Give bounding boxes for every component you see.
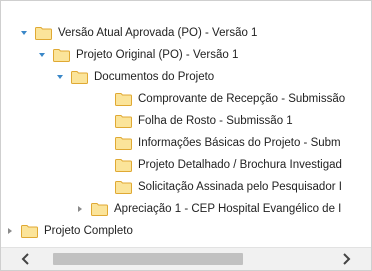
chevron-right-icon[interactable] bbox=[335, 248, 357, 270]
folder-icon bbox=[115, 180, 132, 194]
tree-node-label: Projeto Detalhado / Brochura Investigad bbox=[138, 159, 342, 171]
tree-node-documentos-do-projeto[interactable]: Documentos do Projeto bbox=[55, 66, 214, 88]
tree-node-label: Comprovante de Recepção - Submissão bbox=[138, 93, 346, 105]
tree-node-projeto-detalhado[interactable]: Projeto Detalhado / Brochura Investigad bbox=[115, 154, 342, 176]
tree-node-versao-atual[interactable]: Versão Atual Aprovada (PO) - Versão 1 bbox=[19, 22, 257, 44]
folder-icon bbox=[35, 26, 52, 40]
tree-node-label: Projeto Completo bbox=[44, 225, 133, 237]
tree-node-label: Informações Básicas do Projeto - Subm bbox=[138, 137, 341, 149]
triangle-right-icon[interactable] bbox=[75, 204, 85, 214]
tree-node-projeto-original[interactable]: Projeto Original (PO) - Versão 1 bbox=[37, 44, 238, 66]
scrollbar-thumb[interactable] bbox=[53, 253, 243, 265]
folder-icon bbox=[53, 48, 70, 62]
project-tree: Versão Atual Aprovada (PO) - Versão 1 Pr… bbox=[1, 22, 371, 246]
folder-icon bbox=[115, 92, 132, 106]
triangle-down-icon[interactable] bbox=[37, 50, 47, 60]
triangle-down-icon[interactable] bbox=[19, 28, 29, 38]
triangle-right-icon[interactable] bbox=[5, 226, 15, 236]
tree-node-label: Folha de Rosto - Submissão 1 bbox=[138, 115, 293, 127]
folder-icon bbox=[115, 158, 132, 172]
folder-icon bbox=[115, 114, 132, 128]
tree-node-folha-de-rosto[interactable]: Folha de Rosto - Submissão 1 bbox=[115, 110, 293, 132]
tree-node-label: Versão Atual Aprovada (PO) - Versão 1 bbox=[58, 27, 258, 39]
tree-node-comprovante-de-recepcao[interactable]: Comprovante de Recepção - Submissão bbox=[115, 88, 345, 110]
project-tree-panel: Versão Atual Aprovada (PO) - Versão 1 Pr… bbox=[0, 0, 372, 271]
folder-icon bbox=[115, 136, 132, 150]
tree-node-apreciacao-1[interactable]: Apreciação 1 - CEP Hospital Evangélico d… bbox=[75, 198, 341, 220]
tree-node-informacoes-basicas[interactable]: Informações Básicas do Projeto - Subm bbox=[115, 132, 341, 154]
tree-node-projeto-completo[interactable]: Projeto Completo bbox=[5, 220, 133, 242]
tree-node-solicitacao-assinada[interactable]: Solicitação Assinada pelo Pesquisador I bbox=[115, 176, 342, 198]
horizontal-scrollbar[interactable] bbox=[1, 247, 371, 270]
chevron-left-icon[interactable] bbox=[15, 248, 37, 270]
tree-node-label: Solicitação Assinada pelo Pesquisador I bbox=[138, 181, 342, 193]
tree-node-label: Documentos do Projeto bbox=[94, 71, 215, 83]
folder-icon bbox=[71, 70, 88, 84]
tree-node-label: Apreciação 1 - CEP Hospital Evangélico d… bbox=[114, 203, 342, 215]
folder-icon bbox=[91, 202, 108, 216]
folder-icon bbox=[21, 224, 38, 238]
tree-node-label: Projeto Original (PO) - Versão 1 bbox=[76, 49, 239, 61]
triangle-down-icon[interactable] bbox=[55, 72, 65, 82]
